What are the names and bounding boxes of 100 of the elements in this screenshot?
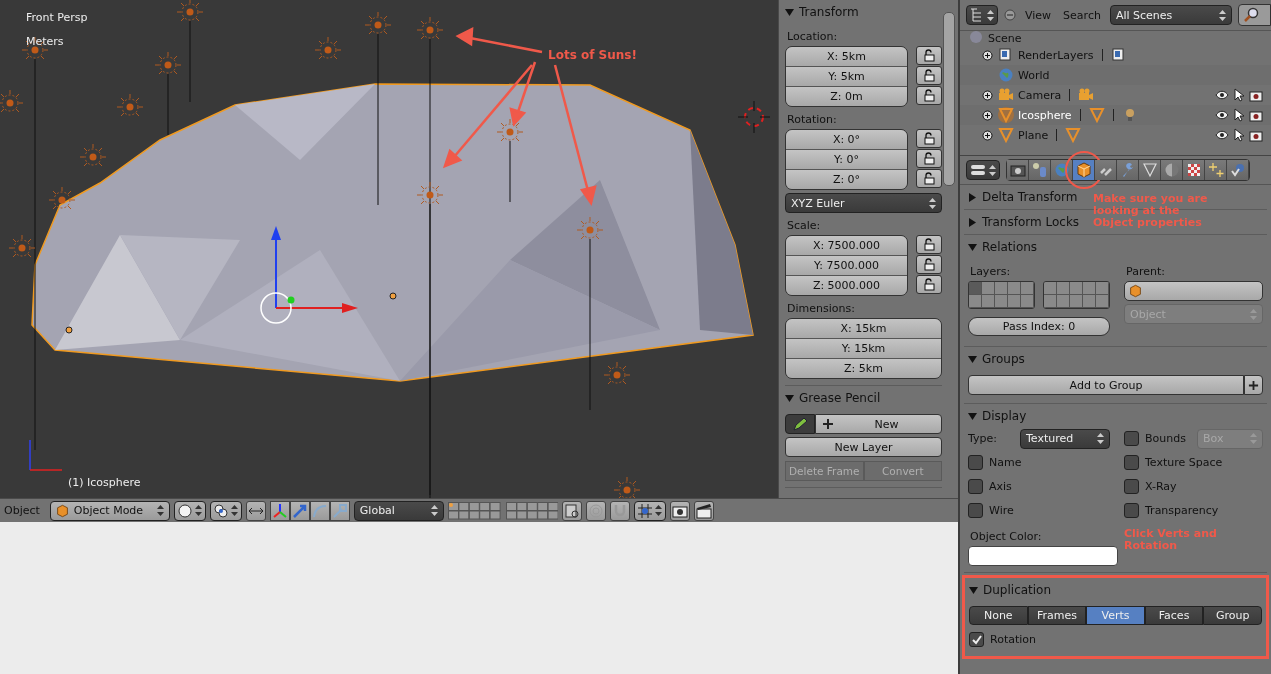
snap-element-dropdown[interactable]: [633, 500, 666, 521]
layer-toggle[interactable]: [1021, 295, 1034, 308]
disclosure-triangle-icon[interactable]: [968, 242, 977, 252]
rotation-mode-dropdown[interactable]: XYZ Euler: [785, 193, 942, 213]
panel-header[interactable]: Transform Locks: [968, 210, 1080, 234]
layer-toggle[interactable]: [1044, 295, 1057, 308]
pass-index-field[interactable]: Pass Index: 0: [968, 317, 1110, 336]
checkbox[interactable]: [1124, 479, 1139, 494]
render-camera-icon[interactable]: [1249, 108, 1263, 122]
lock-toggle-button[interactable]: [916, 149, 942, 168]
3d-viewport[interactable]: Front Persp Meters (1) Icosphere Lots of Suns!: [0, 0, 778, 498]
layer-toggle[interactable]: [995, 282, 1008, 295]
editor-type-dropdown[interactable]: [966, 5, 998, 25]
new-button[interactable]: New: [815, 414, 942, 434]
layer-toggle[interactable]: [969, 282, 982, 295]
rotate-arc-icon[interactable]: [309, 500, 330, 521]
duplication-mode-button[interactable]: Group: [1203, 606, 1262, 625]
disclosure-triangle-icon[interactable]: [785, 7, 794, 17]
properties-tab[interactable]: [1073, 160, 1095, 180]
tree-row[interactable]: World: [960, 65, 1271, 85]
disclosure-triangle-icon[interactable]: [968, 354, 977, 364]
cursor-icon[interactable]: [1233, 128, 1245, 142]
layer-toggle[interactable]: [1044, 282, 1057, 295]
properties-tab[interactable]: [1029, 160, 1051, 180]
scrollbar[interactable]: [943, 12, 955, 186]
layer-toggle[interactable]: [1096, 282, 1109, 295]
number-field[interactable]: Y: 0°: [786, 149, 907, 169]
lock-toggle-button[interactable]: [916, 66, 942, 85]
tree-row[interactable]: Camera: [960, 85, 1271, 105]
panel-header[interactable]: Delta Transform: [968, 185, 1078, 209]
layer-toggle[interactable]: [1096, 295, 1109, 308]
display-mode-dropdown[interactable]: All Scenes: [1109, 5, 1232, 25]
expand-plus-icon[interactable]: [982, 89, 993, 101]
layer-toggle[interactable]: [982, 282, 995, 295]
number-field[interactable]: Z: 0°: [786, 169, 907, 189]
editor-type-dropdown[interactable]: [966, 160, 1000, 180]
layer-toggle[interactable]: [1083, 282, 1096, 295]
disclosure-triangle-icon[interactable]: [968, 192, 977, 202]
checkbox[interactable]: [968, 455, 983, 470]
layer-toggle[interactable]: [1070, 295, 1083, 308]
duplication-mode-button[interactable]: None: [969, 606, 1028, 625]
layer-toggle[interactable]: [1008, 282, 1021, 295]
properties-tab[interactable]: [1117, 160, 1139, 180]
number-field[interactable]: X: 0°: [786, 130, 907, 149]
lock-toggle-button[interactable]: [916, 129, 942, 148]
collapse-icon[interactable]: [1004, 9, 1016, 21]
mode-dropdown[interactable]: Object Mode: [49, 500, 170, 521]
lock-toggle-button[interactable]: [916, 169, 942, 188]
eye-icon[interactable]: [1215, 90, 1229, 100]
color-swatch[interactable]: [968, 546, 1118, 566]
view-menu[interactable]: View: [1022, 8, 1055, 22]
parent-field[interactable]: [1124, 281, 1263, 301]
layer-toggle[interactable]: [1083, 295, 1096, 308]
checkbox[interactable]: [1124, 503, 1139, 518]
properties-tab[interactable]: [1095, 160, 1117, 180]
orientation-dropdown[interactable]: Global: [353, 500, 444, 521]
properties-tab[interactable]: [1227, 160, 1249, 180]
layer-toggle[interactable]: [982, 295, 995, 308]
duplication-mode-button[interactable]: Frames: [1027, 606, 1087, 625]
checkbox[interactable]: [969, 632, 984, 647]
layer-toggle[interactable]: [995, 295, 1008, 308]
proportional-edit-icon[interactable]: [585, 500, 606, 521]
layer-toggle[interactable]: [1021, 282, 1034, 295]
number-field[interactable]: Z: 5km: [786, 358, 941, 378]
properties-tab[interactable]: [1205, 160, 1227, 180]
tree-row[interactable]: Plane: [960, 125, 1271, 145]
render-camera-icon[interactable]: [1249, 128, 1263, 142]
render-camera-icon[interactable]: [669, 500, 690, 521]
cursor-icon[interactable]: [1233, 108, 1245, 122]
new-layer-button[interactable]: New Layer: [785, 437, 942, 457]
tree-row[interactable]: RenderLayers: [960, 45, 1271, 65]
checkbox[interactable]: [968, 503, 983, 518]
lock-toggle-button[interactable]: [916, 255, 942, 274]
panel-header[interactable]: Duplication: [969, 578, 1052, 602]
align-icon[interactable]: [245, 500, 266, 521]
panel-header[interactable]: Grease Pencil: [785, 386, 881, 410]
properties-tab[interactable]: [1007, 160, 1029, 180]
magnet-icon[interactable]: [609, 500, 630, 521]
checkbox[interactable]: [1124, 431, 1139, 446]
number-field[interactable]: Z: 5000.000: [786, 275, 907, 295]
number-field[interactable]: Y: 7500.000: [786, 255, 907, 275]
properties-tab[interactable]: [1183, 160, 1205, 180]
eye-icon[interactable]: [1215, 110, 1229, 120]
number-field[interactable]: Y: 5km: [786, 66, 907, 86]
display-type-dropdown[interactable]: Textured: [1020, 428, 1110, 449]
panel-header[interactable]: Groups: [968, 347, 1025, 371]
tree-row[interactable]: Icosphere: [960, 105, 1271, 125]
disclosure-triangle-icon[interactable]: [968, 411, 977, 421]
duplication-mode-button[interactable]: Verts: [1086, 606, 1145, 625]
panel-header[interactable]: Transform: [785, 0, 859, 24]
disclosure-triangle-icon[interactable]: [968, 217, 977, 227]
lock-camera-icon[interactable]: [561, 500, 582, 521]
duplication-mode-button[interactable]: Faces: [1144, 606, 1204, 625]
properties-tab[interactable]: [1161, 160, 1183, 180]
checkbox[interactable]: [1124, 455, 1139, 470]
transform-gizmo[interactable]: [260, 226, 358, 324]
disclosure-triangle-icon[interactable]: [785, 393, 794, 403]
number-field[interactable]: X: 5km: [786, 47, 907, 66]
layer-toggle[interactable]: [1008, 295, 1021, 308]
lock-toggle-button[interactable]: [916, 235, 942, 254]
